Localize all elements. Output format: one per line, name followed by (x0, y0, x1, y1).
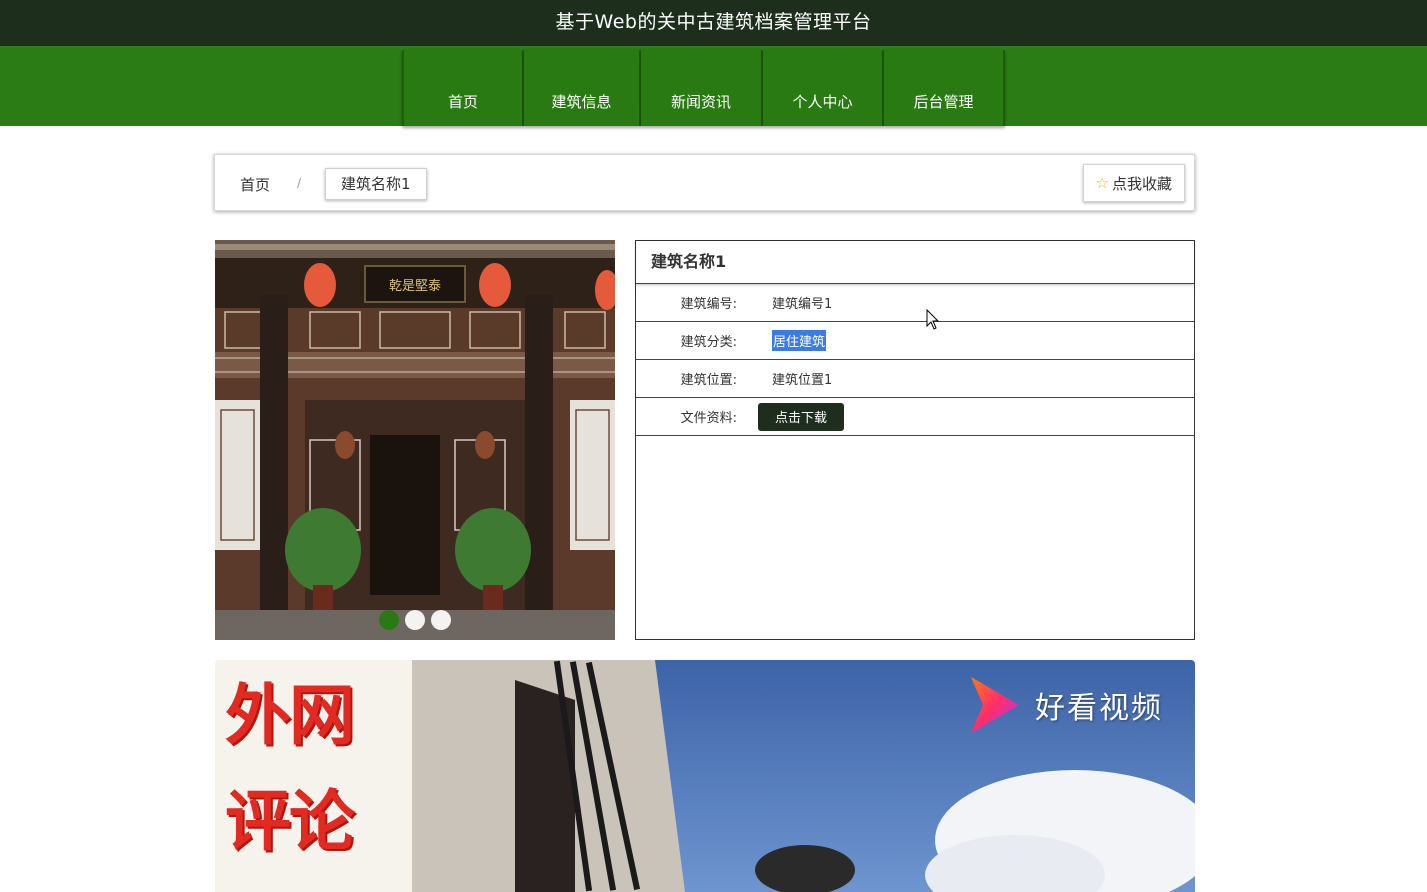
image-carousel[interactable]: 乾是堅泰 (215, 240, 615, 640)
main-nav: 首页 建筑信息 新闻资讯 个人中心 后台管理 (0, 48, 1427, 126)
breadcrumb-current: 建筑名称1 (325, 168, 427, 200)
nav-item-building-info[interactable]: 建筑信息 (524, 50, 641, 126)
nav-item-news[interactable]: 新闻资讯 (641, 50, 763, 126)
brand-text: 好看视频 (1035, 691, 1163, 726)
brand-watermark: 好看视频 (969, 675, 1163, 735)
nav-items: 首页 建筑信息 新闻资讯 个人中心 后台管理 (402, 50, 1005, 128)
detail-label: 建筑位置: (680, 373, 737, 388)
building-photo: 乾是堅泰 (215, 240, 615, 640)
breadcrumb-home-link[interactable]: 首页 (240, 174, 270, 195)
download-button[interactable]: 点击下载 (758, 402, 844, 431)
promo-text-line1: 外网 (225, 676, 355, 754)
breadcrumb-separator: / (297, 176, 302, 190)
nav-item-admin[interactable]: 后台管理 (884, 50, 1005, 126)
favorite-button[interactable]: ☆ 点我收藏 (1082, 164, 1185, 202)
detail-row-number: 建筑编号: 建筑编号1 (636, 284, 1194, 322)
favorite-button-label: 点我收藏 (1111, 174, 1172, 193)
video-player[interactable]: 外网 评论 好看视频 (215, 660, 1195, 892)
detail-row-files: 文件资料: 点击下载 (636, 398, 1194, 436)
detail-label: 文件资料: (680, 411, 737, 426)
plaque-text: 乾是堅泰 (389, 279, 441, 294)
breadcrumb: 首页 / 建筑名称1 ☆ 点我收藏 (214, 154, 1195, 211)
carousel-dot-1[interactable] (379, 610, 399, 630)
carousel-dot-3[interactable] (431, 610, 451, 630)
detail-label: 建筑分类: (680, 335, 737, 350)
promo-banner: 外网 评论 (215, 660, 412, 892)
building-detail-panel: 建筑名称1 建筑编号: 建筑编号1 建筑分类: 居住建筑 建筑位置: 建筑位置1… (635, 240, 1195, 640)
carousel-indicators (379, 610, 451, 630)
title-bar: 基于Web的关中古建筑档案管理平台 (0, 0, 1427, 48)
nav-item-home[interactable]: 首页 (402, 50, 524, 126)
detail-value: 建筑位置1 (772, 373, 833, 388)
promo-text-line2: 评论 (225, 782, 355, 860)
play-logo-icon (971, 677, 1019, 733)
detail-value-selected: 居住建筑 (772, 330, 827, 351)
star-icon: ☆ (1095, 174, 1109, 192)
site-title: 基于Web的关中古建筑档案管理平台 (555, 10, 872, 33)
detail-label: 建筑编号: (680, 297, 737, 312)
carousel-dot-2[interactable] (405, 610, 425, 630)
detail-row-location: 建筑位置: 建筑位置1 (636, 360, 1194, 398)
mouse-cursor-icon (926, 309, 940, 330)
building-title: 建筑名称1 (636, 241, 1194, 284)
nav-item-personal-center[interactable]: 个人中心 (763, 50, 884, 126)
detail-row-category: 建筑分类: 居住建筑 (636, 322, 1194, 360)
detail-value: 建筑编号1 (772, 297, 833, 312)
